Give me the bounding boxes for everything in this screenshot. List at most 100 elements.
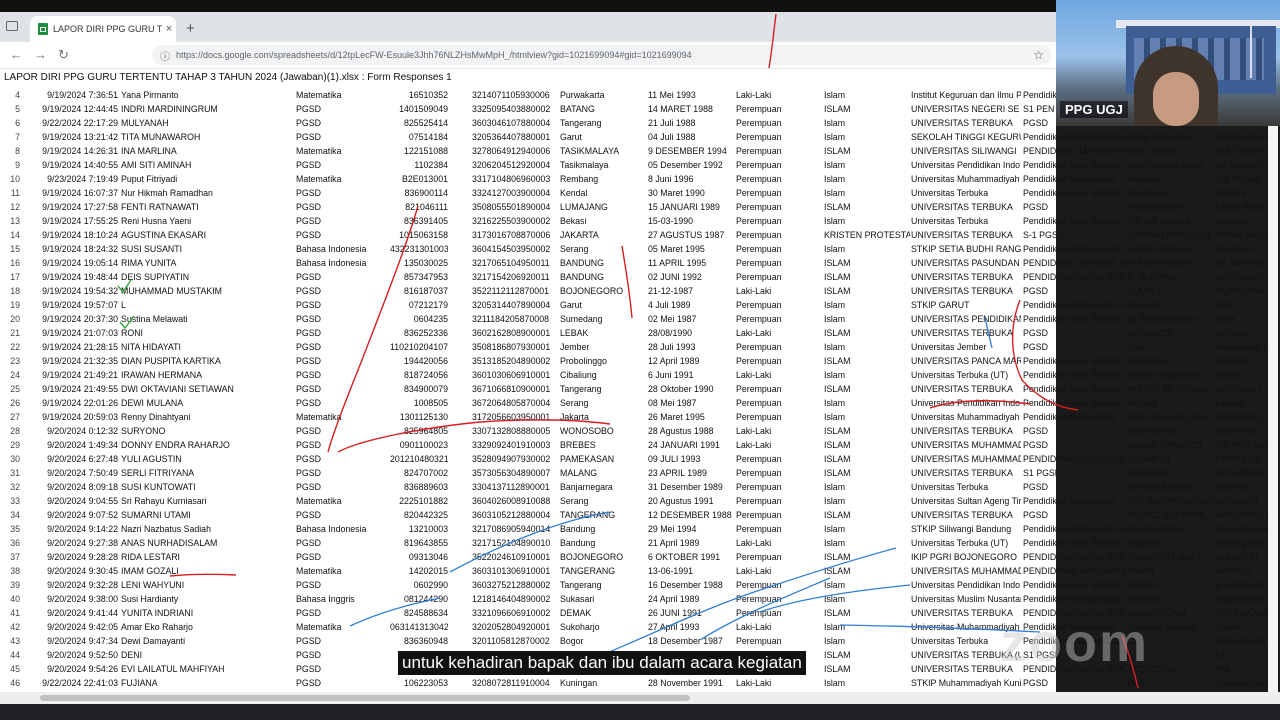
table-cell[interactable]: Ijo Sumarno (Alm) <box>1127 312 1214 326</box>
table-cell[interactable]: PGSD <box>296 158 399 172</box>
table-cell[interactable]: PGSD <box>296 536 399 550</box>
table-cell[interactable]: Pendidikan Bahasa dan S <box>1023 522 1126 536</box>
table-cell[interactable]: Perempuan <box>736 410 824 424</box>
table-cell[interactable]: PGSD <box>296 662 399 676</box>
table-cell[interactable]: Perempuan <box>736 494 824 508</box>
table-cell[interactable]: 3603105212880004 <box>472 508 558 522</box>
table-cell[interactable]: Universitas Terbuka <box>911 480 1021 494</box>
table-cell[interactable]: Serang <box>560 396 646 410</box>
table-cell[interactable]: BREBES <box>560 438 646 452</box>
table-cell[interactable]: 9/20/2024 9:38:00 <box>26 592 118 606</box>
table-cell[interactable]: 3602162808900001 <box>472 326 558 340</box>
table-cell[interactable]: PENDIDIKAN BAHASA, S <box>1023 256 1126 270</box>
table-cell[interactable]: 3603046107880004 <box>472 116 558 130</box>
table-cell[interactable]: 2225101882 <box>390 494 448 508</box>
table-cell[interactable]: 9/19/2024 14:26:31 <box>26 144 118 158</box>
table-cell[interactable]: Yunaeni (alm) <box>1215 676 1275 690</box>
table-cell[interactable]: 9/23/2024 7:19:49 <box>26 172 118 186</box>
table-cell[interactable]: UNIVERSITAS TERBUKA <box>911 284 1021 298</box>
table-cell[interactable]: 9/20/2024 9:47:34 <box>26 634 118 648</box>
table-cell[interactable]: Laki-Laki <box>736 368 824 382</box>
horizontal-scroll-thumb[interactable] <box>40 695 690 701</box>
table-cell[interactable]: Islam <box>824 522 910 536</box>
table-cell[interactable]: Perempuan <box>736 452 824 466</box>
table-cell[interactable]: 9/19/2024 18:10:24 <box>26 228 118 242</box>
table-cell[interactable]: SURYONO <box>121 424 293 438</box>
table-cell[interactable]: NITA HIDAYATI <box>121 340 293 354</box>
table-cell[interactable]: MISKIYAH <box>1215 424 1275 438</box>
table-cell[interactable]: Renny Dinahtyani <box>121 410 293 424</box>
table-cell[interactable]: 3214071105930006 <box>472 88 558 102</box>
table-cell[interactable]: 9/19/2024 21:07:03 <box>26 326 118 340</box>
table-cell[interactable]: Maman Suryaman <box>1127 368 1214 382</box>
table-cell[interactable]: Sri Rahayu Kurniasari <box>121 494 293 508</box>
table-cell[interactable]: UNIVERSITAS TERBUKA <box>911 326 1021 340</box>
table-cell[interactable]: SRI NUR AEN <box>1215 438 1275 452</box>
table-cell[interactable]: 18 Desember 1987 <box>648 634 736 648</box>
table-cell[interactable]: Serang <box>560 242 646 256</box>
table-cell[interactable]: PGSD <box>296 466 399 480</box>
table-cell[interactable]: ISLAM <box>824 662 910 676</box>
table-cell[interactable]: Amar Eko Raharjo <box>121 620 293 634</box>
table-cell[interactable]: Siti Maryam <box>1215 158 1275 172</box>
table-cell[interactable]: 0602990 <box>390 578 448 592</box>
table-cell[interactable]: 28/08/1990 <box>648 326 736 340</box>
table-cell[interactable]: 3211184205870008 <box>472 312 558 326</box>
table-cell[interactable]: 9/19/2024 21:49:55 <box>26 382 118 396</box>
table-cell[interactable]: UNIVERSITAS MUHAMMAD <box>911 564 1021 578</box>
table-cell[interactable]: Perempuan <box>736 312 824 326</box>
table-cell[interactable]: S-1 PGSD <box>1023 228 1126 242</box>
table-cell[interactable]: Perempuan <box>736 466 824 480</box>
table-cell[interactable]: 13210003 <box>390 522 448 536</box>
table-cell[interactable]: EVI LAILATUL MAHFIYAH <box>121 662 293 676</box>
table-cell[interactable]: 9/19/2024 22:01:26 <box>26 396 118 410</box>
table-cell[interactable]: 9/20/2024 6:27:48 <box>26 452 118 466</box>
table-cell[interactable]: Perempuan <box>736 116 824 130</box>
table-cell[interactable]: SULASTRI <box>1215 550 1275 564</box>
table-cell[interactable]: PGSD <box>296 102 399 116</box>
table-cell[interactable]: Pendidikan MATEMATIKA <box>1023 130 1126 144</box>
table-cell[interactable]: Islam <box>824 578 910 592</box>
table-cell[interactable]: Islam <box>824 368 910 382</box>
table-cell[interactable]: Tasikmalaya <box>560 158 646 172</box>
table-cell[interactable]: DONNY ENDRA RAHARJO <box>121 438 293 452</box>
table-cell[interactable]: Endin Nasrudin (Alm) <box>1127 410 1214 424</box>
table-cell[interactable]: Islam <box>824 242 910 256</box>
table-cell[interactable]: PGSD <box>1023 340 1126 354</box>
table-cell[interactable]: 3278064912940006 <box>472 144 558 158</box>
table-cell[interactable]: RIDA LESTARI <box>121 550 293 564</box>
table-cell[interactable]: Islam <box>824 494 910 508</box>
table-cell[interactable]: Universitas Muhammadiyah <box>911 172 1021 186</box>
table-cell[interactable]: IKIP PGRI BOJONEGORO <box>911 550 1021 564</box>
table-cell[interactable]: Universitas Terbuka (UT) <box>911 368 1021 382</box>
table-cell[interactable]: 9/19/2024 14:40:55 <box>26 158 118 172</box>
table-cell[interactable]: PGSD <box>1023 480 1126 494</box>
table-cell[interactable]: ADE SURYATNA SUH <box>1127 494 1214 508</box>
table-cell[interactable]: Islam <box>824 592 910 606</box>
table-cell[interactable]: 9/19/2024 16:07:37 <box>26 186 118 200</box>
table-cell[interactable]: 1102384 <box>390 158 448 172</box>
table-cell[interactable]: H. SUPIYAN <box>1127 270 1214 284</box>
table-cell[interactable]: INDRI MARDININGRUM <box>121 102 293 116</box>
table-cell[interactable]: Bahasa Indonesia <box>296 242 399 256</box>
table-cell[interactable]: Islam <box>824 116 910 130</box>
table-cell[interactable]: STKIP Siliwangi Bandung <box>911 522 1021 536</box>
table-cell[interactable]: ANI <box>1215 662 1275 676</box>
table-cell[interactable]: SUSI SUSANTI <box>121 242 293 256</box>
table-cell[interactable]: 3217086905940014 <box>472 522 558 536</box>
table-cell[interactable]: 8 Juni 1996 <box>648 172 736 186</box>
table-cell[interactable]: 3304137112890001 <box>472 480 558 494</box>
table-cell[interactable]: 26 JUNI 1991 <box>648 606 736 620</box>
table-cell[interactable]: Laki-Laki <box>736 564 824 578</box>
table-cell[interactable]: PGSD <box>296 340 399 354</box>
table-cell[interactable]: 02 Mei 1987 <box>648 312 736 326</box>
table-cell[interactable]: YUNITA INDRIANI <box>121 606 293 620</box>
table-cell[interactable]: ISLAM <box>824 256 910 270</box>
table-cell[interactable]: Perempuan <box>736 340 824 354</box>
table-cell[interactable]: PGSD <box>296 130 399 144</box>
table-cell[interactable]: STKIP Muhammadiyah Kuni <box>911 676 1021 690</box>
table-cell[interactable]: DEIS SUPIYATIN <box>121 270 293 284</box>
table-cell[interactable]: Sumedang <box>560 312 646 326</box>
horizontal-scrollbar[interactable] <box>0 692 1280 704</box>
table-cell[interactable]: Islam <box>824 634 910 648</box>
